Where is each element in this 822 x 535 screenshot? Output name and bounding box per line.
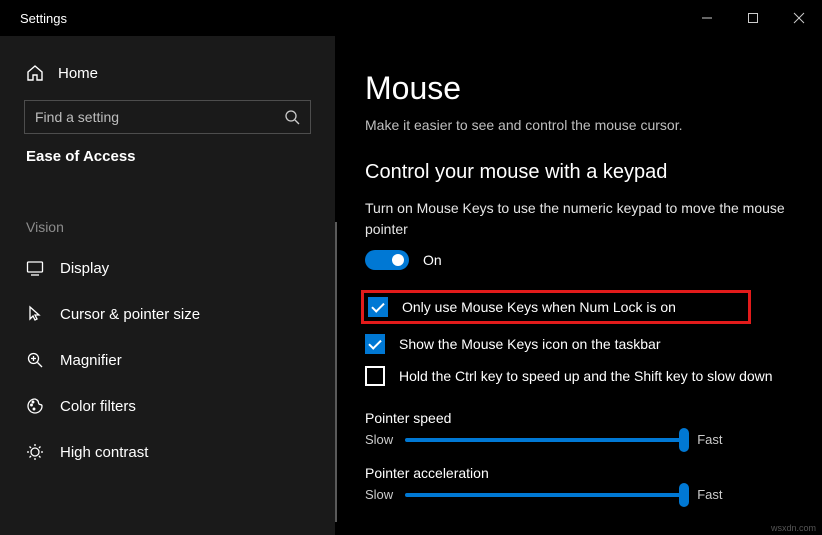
checkbox-taskbar-icon[interactable] [365, 334, 385, 354]
display-icon [26, 259, 44, 277]
sidebar-item-label: Magnifier [60, 352, 122, 369]
checkbox-label: Hold the Ctrl key to speed up and the Sh… [399, 368, 773, 384]
maximize-button[interactable] [730, 2, 776, 34]
sidebar-item-magnifier[interactable]: Magnifier [0, 337, 335, 383]
cursor-icon [26, 305, 44, 323]
page-title: Mouse [365, 70, 794, 107]
palette-icon [26, 397, 44, 415]
sidebar-item-color-filters[interactable]: Color filters [0, 383, 335, 429]
home-label: Home [58, 65, 98, 82]
sidebar-item-label: High contrast [60, 444, 148, 461]
watermark: wsxdn.com [771, 523, 816, 533]
checkbox-numlock[interactable] [368, 297, 388, 317]
toggle-state-label: On [423, 252, 442, 268]
slider-label-accel: Pointer acceleration [365, 465, 794, 481]
slider-min-label: Slow [365, 487, 393, 502]
sidebar-item-label: Color filters [60, 398, 136, 415]
titlebar: Settings [0, 0, 822, 36]
sidebar-item-cursor[interactable]: Cursor & pointer size [0, 291, 335, 337]
home-icon [26, 64, 44, 82]
contrast-icon [26, 443, 44, 461]
section-title: Ease of Access [0, 148, 335, 183]
section-desc: Turn on Mouse Keys to use the numeric ke… [365, 198, 785, 240]
slider-min-label: Slow [365, 432, 393, 447]
minimize-button[interactable] [684, 2, 730, 34]
search-icon [284, 109, 300, 125]
checkbox-label: Only use Mouse Keys when Num Lock is on [402, 299, 676, 315]
sidebar: Home Ease of Access Vision Display Curso… [0, 36, 335, 535]
group-label-vision: Vision [0, 183, 335, 245]
check-row-ctrl-shift: Hold the Ctrl key to speed up and the Sh… [365, 360, 794, 392]
mouse-keys-toggle[interactable] [365, 250, 409, 270]
search-input[interactable] [35, 109, 284, 125]
slider-max-label: Fast [697, 487, 722, 502]
main-panel: Mouse Make it easier to see and control … [335, 36, 822, 535]
slider-max-label: Fast [697, 432, 722, 447]
slider-label-speed: Pointer speed [365, 410, 794, 426]
sidebar-item-label: Display [60, 260, 109, 277]
checkbox-ctrl-shift[interactable] [365, 366, 385, 386]
magnifier-icon [26, 351, 44, 369]
home-nav[interactable]: Home [0, 54, 335, 92]
sidebar-item-display[interactable]: Display [0, 245, 335, 291]
check-row-numlock: Only use Mouse Keys when Num Lock is on [361, 290, 751, 324]
search-box[interactable] [24, 100, 311, 134]
pointer-accel-slider[interactable] [405, 493, 685, 497]
window-title: Settings [20, 11, 67, 26]
sidebar-item-label: Cursor & pointer size [60, 306, 200, 323]
section-heading: Control your mouse with a keypad [365, 161, 794, 184]
pointer-speed-slider[interactable] [405, 438, 685, 442]
checkbox-label: Show the Mouse Keys icon on the taskbar [399, 336, 660, 352]
sidebar-item-high-contrast[interactable]: High contrast [0, 429, 335, 475]
check-row-taskbar-icon: Show the Mouse Keys icon on the taskbar [365, 328, 794, 360]
close-button[interactable] [776, 2, 822, 34]
page-subtitle: Make it easier to see and control the mo… [365, 117, 794, 133]
